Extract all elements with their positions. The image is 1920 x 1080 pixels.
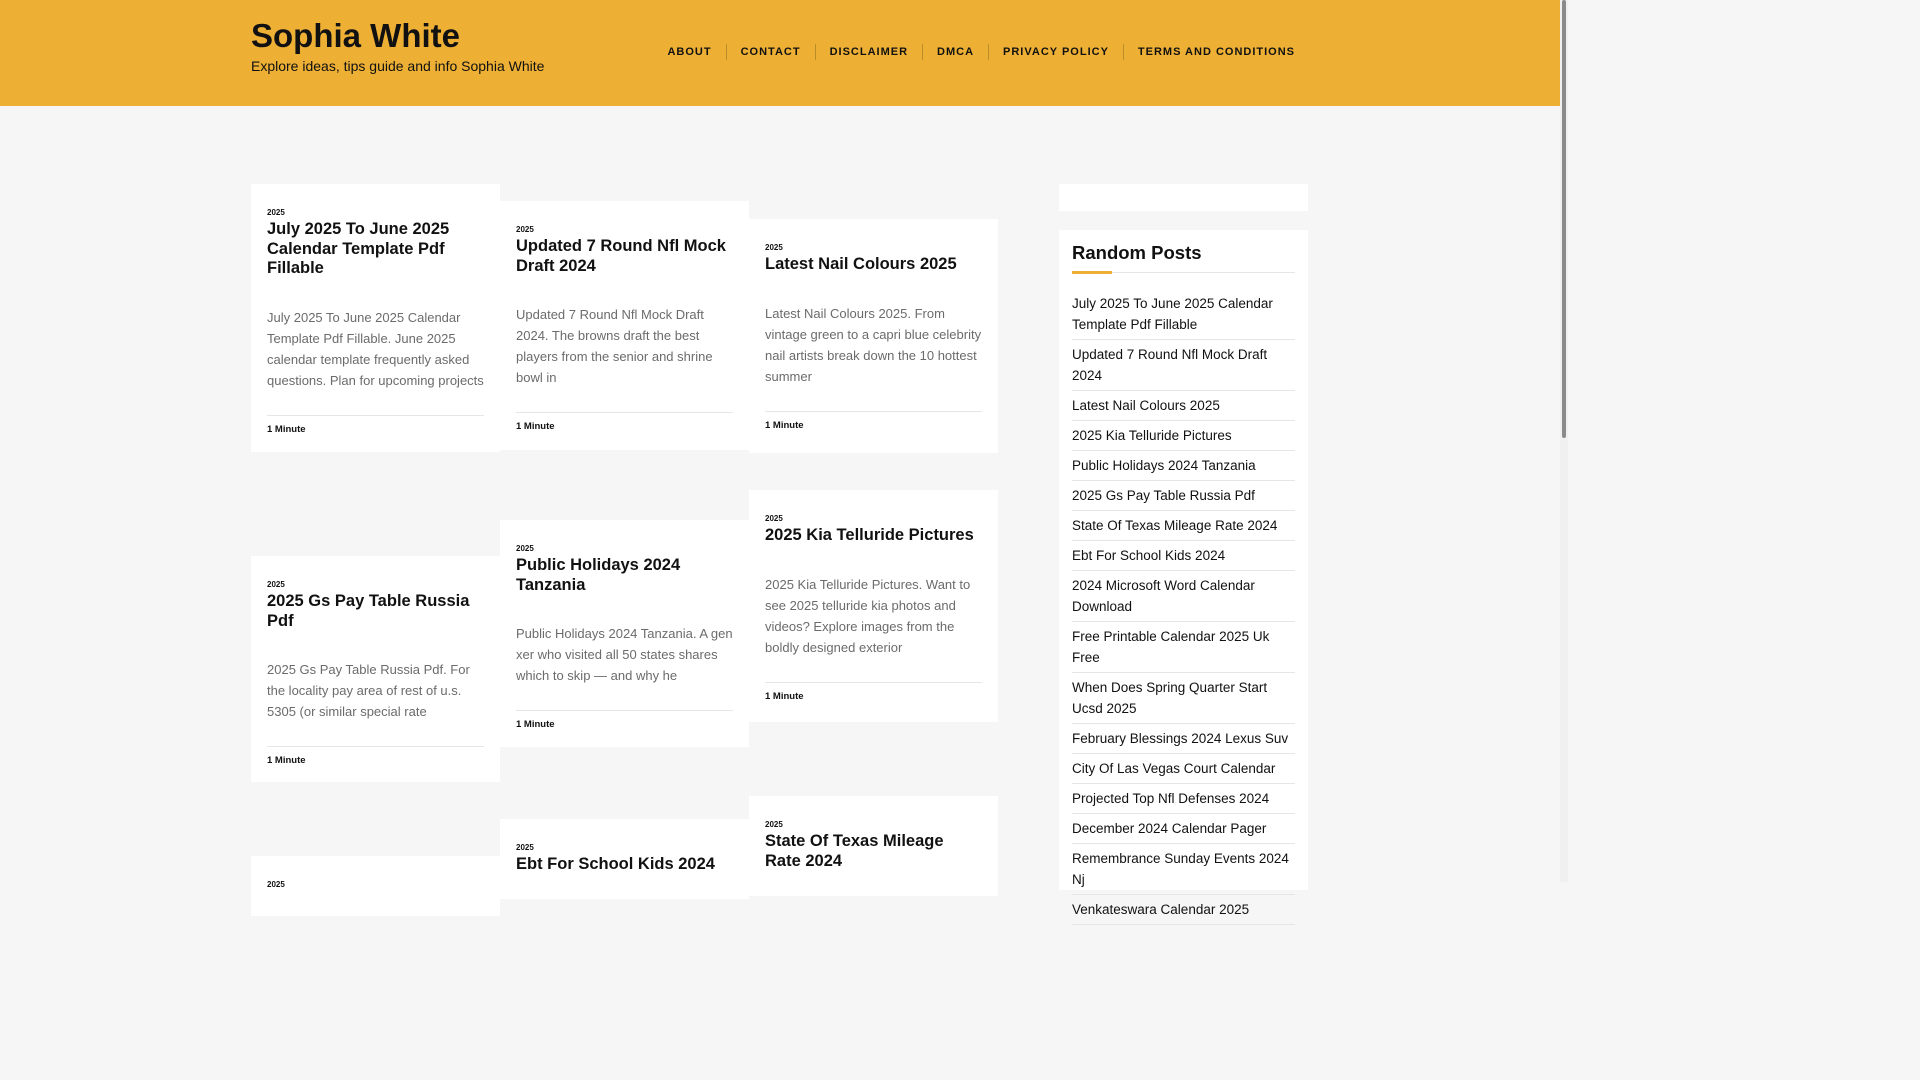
random-posts-widget: Random Posts July 2025 To June 2025 Cale… <box>1059 230 1308 925</box>
random-post-link[interactable]: Public Holidays 2024 Tanzania <box>1072 458 1256 473</box>
random-post-link[interactable]: 2024 Microsoft Word Calendar Download <box>1072 578 1255 614</box>
random-post-link[interactable]: City Of Las Vegas Court Calendar <box>1072 761 1275 776</box>
list-item: July 2025 To June 2025 Calendar Template… <box>1072 289 1295 340</box>
post-read-time: 1 Minute <box>516 412 733 442</box>
post-title[interactable]: Public Holidays 2024 Tanzania <box>516 556 733 595</box>
list-item: December 2024 Calendar Pager <box>1072 814 1295 844</box>
post-excerpt: July 2025 To June 2025 Calendar Template… <box>267 309 484 388</box>
post-card: 2025 Ebt For School Kids 2024 <box>500 819 749 899</box>
post-read-time: 1 Minute <box>267 746 484 776</box>
random-post-link[interactable]: Ebt For School Kids 2024 <box>1072 548 1225 563</box>
post-excerpt: 2025 Kia Telluride Pictures. Want to see… <box>765 576 971 655</box>
list-item: Remembrance Sunday Events 2024 Nj <box>1072 844 1295 895</box>
post-card: 2025 State Of Texas Mileage Rate 2024 <box>749 796 998 896</box>
post-category[interactable]: 2025 <box>267 880 484 889</box>
nav-terms[interactable]: TERMS AND CONDITIONS <box>1122 44 1295 60</box>
post-card: 2025 Updated 7 Round Nfl Mock Draft 2024… <box>500 201 749 450</box>
site-header: Sophia White Explore ideas, tips guide a… <box>0 0 1560 106</box>
list-item: Free Printable Calendar 2025 Uk Free <box>1072 622 1295 673</box>
list-item: City Of Las Vegas Court Calendar <box>1072 754 1295 784</box>
site-description: Explore ideas, tips guide and info Sophi… <box>251 58 545 74</box>
post-title[interactable]: 2025 Kia Telluride Pictures <box>765 526 982 546</box>
post-card: 2025 July 2025 To June 2025 Calendar Tem… <box>251 184 500 452</box>
nav-privacy-policy[interactable]: PRIVACY POLICY <box>988 44 1123 60</box>
post-excerpt: Updated 7 Round Nfl Mock Draft 2024. The… <box>516 307 713 385</box>
post-category[interactable]: 2025 <box>765 514 982 523</box>
post-title[interactable]: Updated 7 Round Nfl Mock Draft 2024 <box>516 237 733 276</box>
nav-disclaimer[interactable]: DISCLAIMER <box>814 44 922 60</box>
list-item: Latest Nail Colours 2025 <box>1072 391 1295 421</box>
list-item: When Does Spring Quarter Start Ucsd 2025 <box>1072 673 1295 724</box>
list-item: Venkateswara Calendar 2025 <box>1072 895 1295 925</box>
post-read-time: 1 Minute <box>765 681 982 712</box>
post-title[interactable]: 2025 Gs Pay Table Russia Pdf <box>267 592 484 631</box>
post-title[interactable]: Latest Nail Colours 2025 <box>765 255 982 275</box>
post-card: 2025 Public Holidays 2024 Tanzania Publi… <box>500 520 749 747</box>
post-read-time: 1 Minute <box>516 710 733 740</box>
post-card: 2025 2025 Kia Telluride Pictures 2025 Ki… <box>749 490 998 722</box>
post-title[interactable]: July 2025 To June 2025 Calendar Template… <box>267 220 484 279</box>
page-scrollbar[interactable] <box>1560 0 1568 882</box>
random-post-link[interactable]: Free Printable Calendar 2025 Uk Free <box>1072 629 1269 665</box>
random-post-link[interactable]: State Of Texas Mileage Rate 2024 <box>1072 518 1277 533</box>
post-category[interactable]: 2025 <box>267 580 484 589</box>
random-post-link[interactable]: February Blessings 2024 Lexus Suv <box>1072 731 1288 746</box>
random-post-link[interactable]: December 2024 Calendar Pager <box>1072 821 1266 836</box>
post-read-time: 1 Minute <box>765 410 982 441</box>
list-item: 2025 Gs Pay Table Russia Pdf <box>1072 481 1295 511</box>
list-item: Ebt For School Kids 2024 <box>1072 541 1295 571</box>
post-category[interactable]: 2025 <box>765 820 982 829</box>
list-item: Projected Top Nfl Defenses 2024 <box>1072 784 1295 814</box>
nav-about[interactable]: ABOUT <box>653 44 725 60</box>
main-nav: ABOUT CONTACT DISCLAIMER DMCA PRIVACY PO… <box>653 44 1295 60</box>
nav-contact[interactable]: CONTACT <box>725 44 815 60</box>
random-post-link[interactable]: July 2025 To June 2025 Calendar Template… <box>1072 296 1273 332</box>
post-title[interactable]: Ebt For School Kids 2024 <box>516 855 733 875</box>
post-card: 2025 Latest Nail Colours 2025 Latest Nai… <box>749 219 998 453</box>
post-card: 2025 <box>251 856 500 916</box>
widget-title: Random Posts <box>1072 242 1295 274</box>
post-category[interactable]: 2025 <box>516 843 733 852</box>
list-item: 2024 Microsoft Word Calendar Download <box>1072 571 1295 622</box>
post-category[interactable]: 2025 <box>516 544 733 553</box>
list-item: Public Holidays 2024 Tanzania <box>1072 451 1295 481</box>
random-posts-list: July 2025 To June 2025 Calendar Template… <box>1072 289 1295 925</box>
post-card: 2025 2025 Gs Pay Table Russia Pdf 2025 G… <box>251 556 500 782</box>
random-post-link[interactable]: Updated 7 Round Nfl Mock Draft 2024 <box>1072 347 1267 383</box>
list-item: Updated 7 Round Nfl Mock Draft 2024 <box>1072 340 1295 391</box>
post-excerpt: 2025 Gs Pay Table Russia Pdf. For the lo… <box>267 662 470 719</box>
random-post-link[interactable]: Latest Nail Colours 2025 <box>1072 398 1220 413</box>
random-post-link[interactable]: Projected Top Nfl Defenses 2024 <box>1072 791 1269 806</box>
random-post-link[interactable]: 2025 Gs Pay Table Russia Pdf <box>1072 488 1255 503</box>
random-post-link[interactable]: Remembrance Sunday Events 2024 Nj <box>1072 851 1289 887</box>
list-item: State Of Texas Mileage Rate 2024 <box>1072 511 1295 541</box>
site-title[interactable]: Sophia White <box>251 16 460 56</box>
post-title[interactable]: State Of Texas Mileage Rate 2024 <box>765 832 982 871</box>
list-item: 2025 Kia Telluride Pictures <box>1072 421 1295 451</box>
random-post-link[interactable]: 2025 Kia Telluride Pictures <box>1072 428 1232 443</box>
post-category[interactable]: 2025 <box>765 243 982 252</box>
random-post-link[interactable]: When Does Spring Quarter Start Ucsd 2025 <box>1072 680 1267 716</box>
post-excerpt: Public Holidays 2024 Tanzania. A gen xer… <box>516 626 733 683</box>
sidebar-search-widget <box>1059 184 1308 211</box>
list-item: February Blessings 2024 Lexus Suv <box>1072 724 1295 754</box>
random-post-link[interactable]: Venkateswara Calendar 2025 <box>1072 902 1249 917</box>
post-category[interactable]: 2025 <box>516 225 733 234</box>
nav-dmca[interactable]: DMCA <box>922 44 988 60</box>
post-read-time: 1 Minute <box>267 414 484 445</box>
scrollbar-thumb[interactable] <box>1562 0 1566 438</box>
post-category[interactable]: 2025 <box>267 208 484 217</box>
post-excerpt: Latest Nail Colours 2025. From vintage g… <box>765 305 982 384</box>
